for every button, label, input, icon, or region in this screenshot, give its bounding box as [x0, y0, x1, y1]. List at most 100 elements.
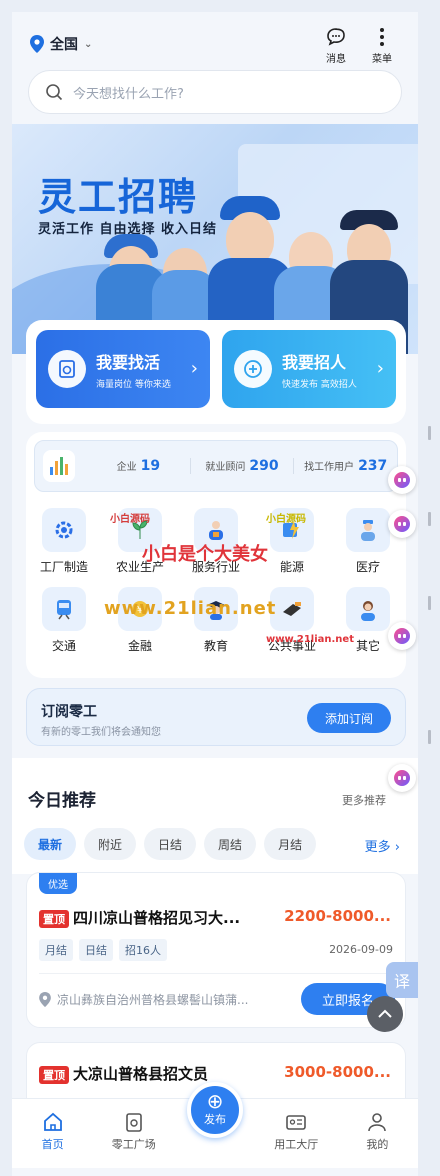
category-agriculture[interactable]: 农业生产: [102, 508, 178, 575]
category-label: 教育: [203, 639, 228, 653]
plant-icon: [118, 508, 162, 552]
nav-label: 我的: [366, 1138, 389, 1151]
stat-advisors: 就业顾问 290: [189, 458, 294, 474]
more-tabs-label: 更多: [364, 840, 391, 855]
find-work-title: 我要找活: [96, 352, 161, 372]
messages-label: 消息: [326, 54, 346, 65]
tab-monthly[interactable]: 月结: [264, 828, 317, 860]
clipboard-icon: [125, 1113, 142, 1132]
category-label: 工厂制造: [39, 560, 88, 574]
menu-label: 菜单: [372, 54, 392, 65]
category-transport[interactable]: 交通: [26, 587, 102, 654]
job-title-row: 置顶 大凉山普格县招文员: [39, 1063, 208, 1084]
bar-chart-icon: [43, 450, 75, 482]
stat-companies: 企业 19: [87, 458, 190, 474]
banner-title: 灵工招聘: [38, 175, 199, 219]
assistant-bubble-icon[interactable]: [388, 510, 416, 538]
nav-hall[interactable]: 用工大厅: [256, 1099, 337, 1168]
subscribe-desc: 有新的零工我们将会通知您: [41, 727, 161, 738]
location-selector[interactable]: 全国 ⌄: [30, 34, 92, 54]
scroll-handle[interactable]: [428, 730, 431, 744]
chevron-right-icon: ›: [376, 358, 384, 379]
stat-label: 找工作用户: [304, 462, 355, 473]
scroll-handle[interactable]: [428, 426, 431, 440]
hire-desc: 快速发布 高效招人: [282, 379, 357, 390]
train-icon: [42, 587, 86, 631]
category-education[interactable]: 教育: [178, 587, 254, 654]
find-work-button[interactable]: 我要找活 海量岗位 等你来选 ›: [36, 330, 210, 408]
tab-daily[interactable]: 日结: [144, 828, 197, 860]
nav-home[interactable]: 首页: [12, 1099, 93, 1168]
category-grid: 工厂制造 农业生产 服务行业 能源 医疗 交通 ¥ 金融 教育 公共事业 其它: [26, 508, 406, 654]
stat-label: 就业顾问: [205, 462, 246, 473]
publish-button[interactable]: ⊕ 发布: [187, 1082, 243, 1138]
plus-circle-icon: [234, 350, 272, 388]
location-pin-icon: [30, 35, 44, 53]
chat-bubble-icon: [327, 28, 345, 46]
category-label: 交通: [51, 639, 76, 653]
job-address: 凉山彝族自治州普格县螺髻山镇蒲...: [39, 991, 279, 1008]
category-label: 公共事业: [267, 639, 316, 653]
job-title: 大凉山普格县招文员: [73, 1065, 209, 1083]
scroll-handle[interactable]: [428, 512, 431, 526]
recommend-section: 今日推荐 更多推荐 最新 附近 日结 周结 月结 更多 ›: [12, 758, 418, 874]
stat-value: 19: [140, 458, 161, 474]
category-energy[interactable]: 能源: [254, 508, 330, 575]
assistant-bubble-icon[interactable]: [388, 622, 416, 650]
service-worker-icon: [194, 508, 238, 552]
job-tag: 招16人: [119, 939, 167, 961]
job-tag: 月结: [39, 939, 73, 961]
location-pin-icon: [39, 992, 51, 1007]
stats-bar: 企业 19 就业顾问 290 找工作用户 237: [34, 440, 398, 492]
category-label: 金融: [127, 639, 152, 653]
subscribe-card: 订阅零工 有新的零工我们将会通知您 添加订阅: [26, 688, 406, 746]
find-work-desc: 海量岗位 等你来选: [96, 379, 171, 390]
nurse-icon: [346, 508, 390, 552]
tab-weekly[interactable]: 周结: [204, 828, 257, 860]
category-panel: 企业 19 就业顾问 290 找工作用户 237 工厂制造 农业生产 服务行业 能源 …: [26, 432, 406, 678]
hire-button[interactable]: 我要招人 快速发布 高效招人 ›: [222, 330, 396, 408]
more-recommend-link[interactable]: 更多推荐: [342, 792, 386, 808]
stat-value: 237: [358, 458, 388, 474]
nav-label: 用工大厅: [274, 1138, 319, 1151]
job-date: 2026-09-09: [329, 943, 393, 956]
job-card[interactable]: 优选 置顶 四川凉山普格招见习大... 2200-8000... 月结 日结 招1…: [26, 872, 406, 1028]
stat-label: 企业: [116, 462, 137, 473]
phone-screen: 全国 ⌄ 消息 菜单 今天想找什么工作? 灵工招聘 灵活工作 自由选择 收入日结: [12, 12, 418, 1176]
messages-button[interactable]: 消息: [318, 26, 354, 65]
nav-mine[interactable]: 我的: [337, 1099, 418, 1168]
tab-latest[interactable]: 最新: [24, 828, 77, 860]
assistant-bubble-icon[interactable]: [388, 466, 416, 494]
search-placeholder: 今天想找什么工作?: [73, 86, 184, 102]
scroll-handle[interactable]: [428, 596, 431, 610]
category-factory[interactable]: 工厂制造: [26, 508, 102, 575]
add-subscription-button[interactable]: 添加订阅: [307, 703, 391, 733]
energy-icon: [270, 508, 314, 552]
category-label: 其它: [355, 639, 380, 653]
assistant-bubble-icon[interactable]: [388, 764, 416, 792]
job-tags: 月结 日结 招16人: [39, 939, 167, 961]
category-service[interactable]: 服务行业: [178, 508, 254, 575]
chevron-right-icon: ›: [190, 358, 198, 379]
job-title-row: 置顶 四川凉山普格招见习大...: [39, 907, 240, 928]
nav-square[interactable]: 零工广场: [93, 1099, 174, 1168]
publish-label: 发布: [204, 1113, 226, 1126]
search-input[interactable]: 今天想找什么工作?: [28, 70, 402, 114]
filter-tabs: 最新 附近 日结 周结 月结: [24, 828, 317, 860]
category-public-service[interactable]: 公共事业: [254, 587, 330, 654]
gear-wrench-icon: [42, 508, 86, 552]
user-icon: [368, 1113, 387, 1132]
menu-button[interactable]: 菜单: [364, 26, 400, 65]
tab-nearby[interactable]: 附近: [84, 828, 137, 860]
category-finance[interactable]: ¥ 金融: [102, 587, 178, 654]
nav-label: 零工广场: [111, 1138, 156, 1151]
more-tabs-button[interactable]: 更多 ›: [365, 836, 400, 855]
finance-icon: ¥: [118, 587, 162, 631]
plus-icon: ⊕: [206, 1089, 224, 1113]
teacher-icon: [194, 587, 238, 631]
find-work-icon: [48, 350, 86, 388]
chevron-up-icon: [378, 1009, 392, 1018]
scroll-to-top-button[interactable]: [367, 996, 403, 1032]
chevron-down-icon: ⌄: [84, 38, 93, 50]
translate-button[interactable]: 译: [386, 962, 418, 998]
